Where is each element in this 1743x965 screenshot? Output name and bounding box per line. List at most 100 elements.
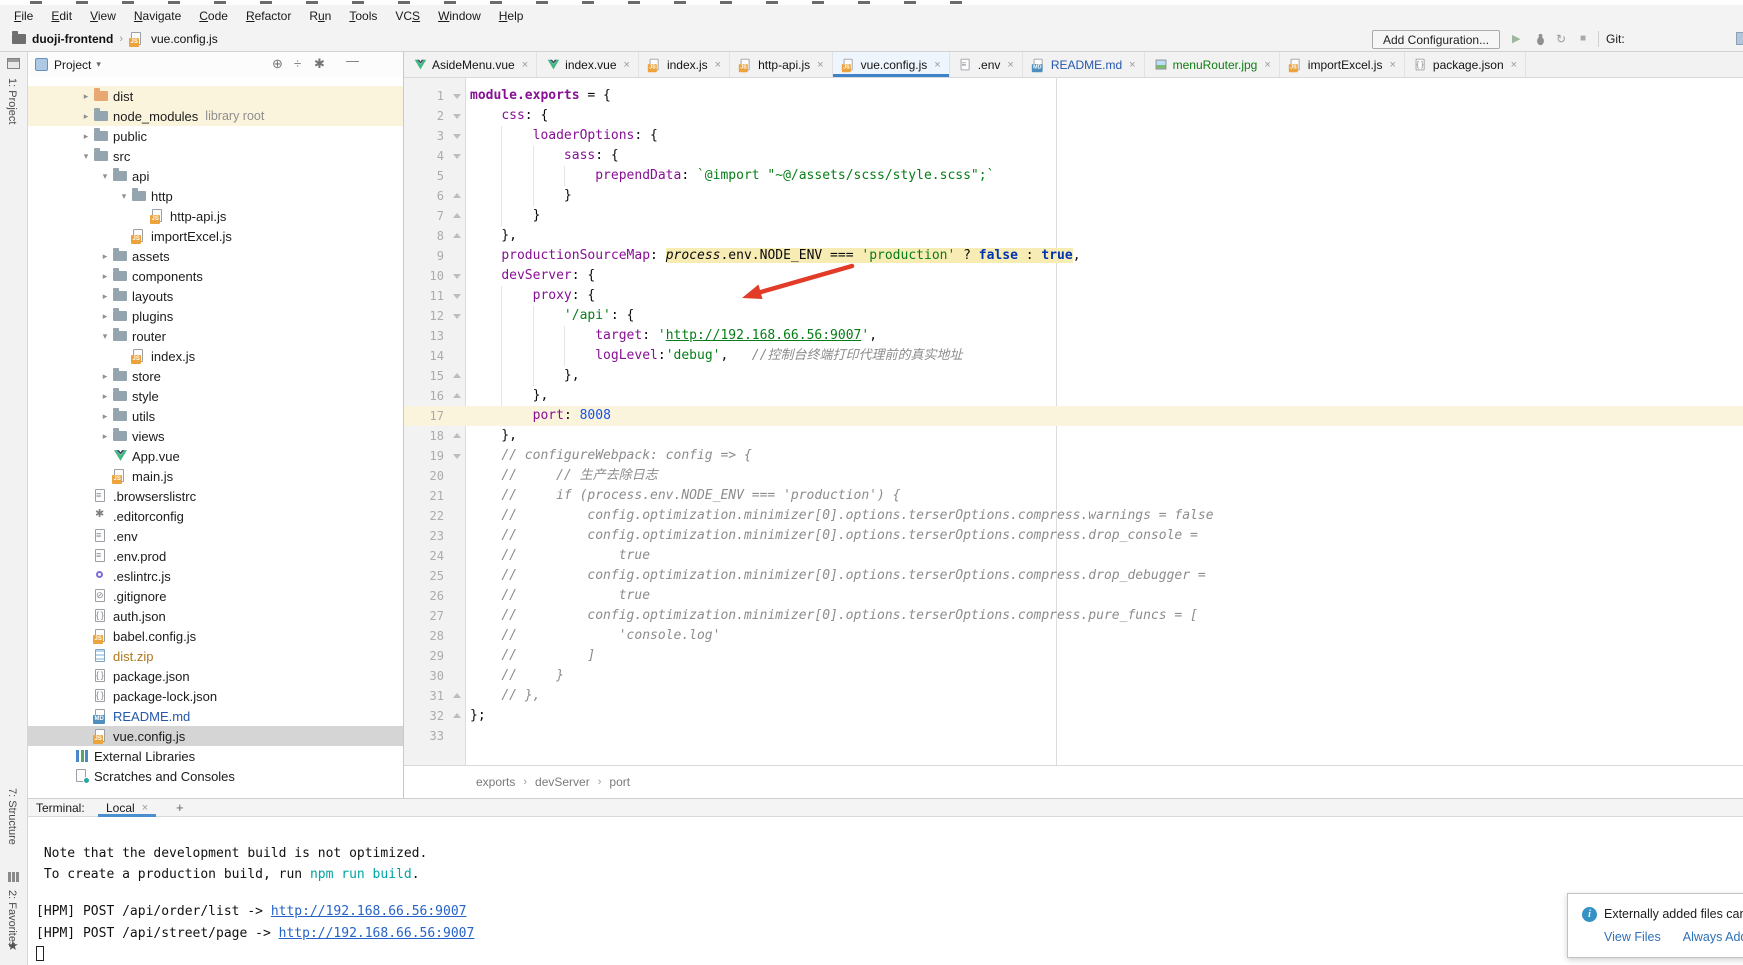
- chevron-right-icon[interactable]: ▸: [98, 391, 112, 402]
- stripe-project-button[interactable]: 1: Project: [6, 78, 18, 124]
- menu-code[interactable]: Code: [190, 5, 237, 27]
- tree-item-main-js[interactable]: JSmain.js: [28, 466, 403, 486]
- tab-package-json[interactable]: { }package.json×: [1405, 52, 1526, 77]
- code-line-29[interactable]: 29 // ]: [404, 646, 1743, 666]
- tab-index-js[interactable]: JSindex.js×: [639, 52, 730, 77]
- code-line-21[interactable]: 21 // if (process.env.NODE_ENV === 'prod…: [404, 486, 1743, 506]
- editor-breadcrumb-devserver[interactable]: devServer: [535, 775, 590, 789]
- code-line-6[interactable]: 6 }: [404, 186, 1743, 206]
- project-panel-title[interactable]: Project: [54, 58, 91, 72]
- fold-marker[interactable]: [448, 266, 466, 286]
- code-area[interactable]: 1module.exports = {2 css: {3 loaderOptio…: [404, 78, 1743, 765]
- tab-asidemenu-vue[interactable]: AsideMenu.vue×: [404, 52, 537, 77]
- code-line-12[interactable]: 12 '/api': {: [404, 306, 1743, 326]
- code-line-26[interactable]: 26 // true: [404, 586, 1743, 606]
- close-icon[interactable]: ×: [624, 59, 630, 71]
- chevron-down-icon[interactable]: ▾: [96, 59, 101, 70]
- tree-item-external-libraries[interactable]: External Libraries: [28, 746, 403, 766]
- menu-tools[interactable]: Tools: [340, 5, 386, 27]
- code-line-28[interactable]: 28 // 'console.log': [404, 626, 1743, 646]
- favorites-icon[interactable]: [8, 872, 19, 882]
- close-icon[interactable]: ×: [817, 59, 823, 71]
- tab-readme-md[interactable]: MDREADME.md×: [1023, 52, 1145, 77]
- chevron-right-icon[interactable]: ▸: [98, 431, 112, 442]
- chevron-right-icon[interactable]: ▸: [79, 131, 93, 142]
- code-line-32[interactable]: 32};: [404, 706, 1743, 726]
- tree-item-browserslistrc[interactable]: ≡.browserslistrc: [28, 486, 403, 506]
- terminal-link[interactable]: http://192.168.66.56:9007: [279, 926, 475, 941]
- code-line-7[interactable]: 7 }: [404, 206, 1743, 226]
- chevron-down-icon[interactable]: ▾: [98, 171, 112, 182]
- notification-action-view-files[interactable]: View Files: [1604, 930, 1661, 944]
- tree-item-store[interactable]: ▸store: [28, 366, 403, 386]
- notification-action-always-add[interactable]: Always Add: [1683, 930, 1743, 944]
- code-line-10[interactable]: 10 devServer: {: [404, 266, 1743, 286]
- chevron-down-icon[interactable]: ▾: [117, 191, 131, 202]
- fold-marker[interactable]: [448, 286, 466, 306]
- close-icon[interactable]: ×: [1264, 59, 1270, 71]
- tree-item-src[interactable]: ▾src: [28, 146, 403, 166]
- code-line-27[interactable]: 27 // config.optimization.minimizer[0].o…: [404, 606, 1743, 626]
- editor-breadcrumb-port[interactable]: port: [609, 775, 630, 789]
- fold-marker[interactable]: [448, 306, 466, 326]
- tree-item-package-lock-json[interactable]: { }package-lock.json: [28, 686, 403, 706]
- chevron-right-icon[interactable]: ▸: [98, 411, 112, 422]
- tree-item-env-prod[interactable]: ≡.env.prod: [28, 546, 403, 566]
- menu-help[interactable]: Help: [490, 5, 533, 27]
- chevron-right-icon[interactable]: ▸: [98, 251, 112, 262]
- tree-item-dist[interactable]: ▸dist: [28, 86, 403, 106]
- menu-edit[interactable]: Edit: [42, 5, 81, 27]
- stop-icon[interactable]: ■: [1580, 33, 1586, 44]
- chevron-down-icon[interactable]: ▾: [79, 151, 93, 162]
- tree-item-style[interactable]: ▸style: [28, 386, 403, 406]
- tree-item-dist-zip[interactable]: dist.zip: [28, 646, 403, 666]
- fold-marker[interactable]: [448, 426, 466, 446]
- code-line-22[interactable]: 22 // config.optimization.minimizer[0].o…: [404, 506, 1743, 526]
- run-icon[interactable]: ▶: [1512, 32, 1520, 45]
- fold-marker[interactable]: [448, 86, 466, 106]
- code-line-4[interactable]: 4 sass: {: [404, 146, 1743, 166]
- code-line-23[interactable]: 23 // config.optimization.minimizer[0].o…: [404, 526, 1743, 546]
- chevron-right-icon[interactable]: ▸: [98, 291, 112, 302]
- tree-item-plugins[interactable]: ▸plugins: [28, 306, 403, 326]
- tree-item-app-vue[interactable]: App.vue: [28, 446, 403, 466]
- tree-item-babel-config-js[interactable]: JSbabel.config.js: [28, 626, 403, 646]
- menu-window[interactable]: Window: [429, 5, 490, 27]
- tree-item-eslintrc-js[interactable]: .eslintrc.js: [28, 566, 403, 586]
- menu-vcs[interactable]: VCS: [386, 5, 429, 27]
- fold-marker[interactable]: [448, 146, 466, 166]
- chevron-right-icon[interactable]: ▸: [79, 91, 93, 102]
- code-line-13[interactable]: 13 target: 'http://192.168.66.56:9007',: [404, 326, 1743, 346]
- breadcrumb-file[interactable]: vue.config.js: [151, 32, 218, 46]
- code-line-16[interactable]: 16 },: [404, 386, 1743, 406]
- code-line-2[interactable]: 2 css: {: [404, 106, 1743, 126]
- tab-vue-config-js[interactable]: JSvue.config.js×: [833, 52, 950, 77]
- fold-marker[interactable]: [448, 206, 466, 226]
- code-line-24[interactable]: 24 // true: [404, 546, 1743, 566]
- code-line-1[interactable]: 1module.exports = {: [404, 86, 1743, 106]
- tree-item-index-js[interactable]: JSindex.js: [28, 346, 403, 366]
- tree-item-package-json[interactable]: { }package.json: [28, 666, 403, 686]
- profile-icon[interactable]: ↻: [1556, 32, 1566, 46]
- tree-item-editorconfig[interactable]: ✱.editorconfig: [28, 506, 403, 526]
- tree-item-http-api-js[interactable]: JShttp-api.js: [28, 206, 403, 226]
- terminal-tab-local[interactable]: Local ×: [98, 799, 156, 817]
- menu-run[interactable]: Run: [300, 5, 340, 27]
- tree-item-readme-md[interactable]: MDREADME.md: [28, 706, 403, 726]
- tab-importexcel-js[interactable]: JSimportExcel.js×: [1280, 52, 1405, 77]
- fold-marker[interactable]: [448, 226, 466, 246]
- menu-view[interactable]: View: [81, 5, 125, 27]
- tree-item-utils[interactable]: ▸utils: [28, 406, 403, 426]
- git-update-icon[interactable]: [1736, 32, 1743, 45]
- fold-marker[interactable]: [448, 186, 466, 206]
- fold-marker[interactable]: [448, 686, 466, 706]
- close-icon[interactable]: ×: [1129, 59, 1135, 71]
- editor-breadcrumb-exports[interactable]: exports: [476, 775, 515, 789]
- new-terminal-icon[interactable]: +: [176, 800, 184, 815]
- debug-icon[interactable]: [1534, 33, 1547, 46]
- tree-item-api[interactable]: ▾api: [28, 166, 403, 186]
- gear-icon[interactable]: ✱: [314, 56, 325, 72]
- tree-item-http[interactable]: ▾http: [28, 186, 403, 206]
- tree-item-node-modules[interactable]: ▸node_moduleslibrary root: [28, 106, 403, 126]
- tree-item-public[interactable]: ▸public: [28, 126, 403, 146]
